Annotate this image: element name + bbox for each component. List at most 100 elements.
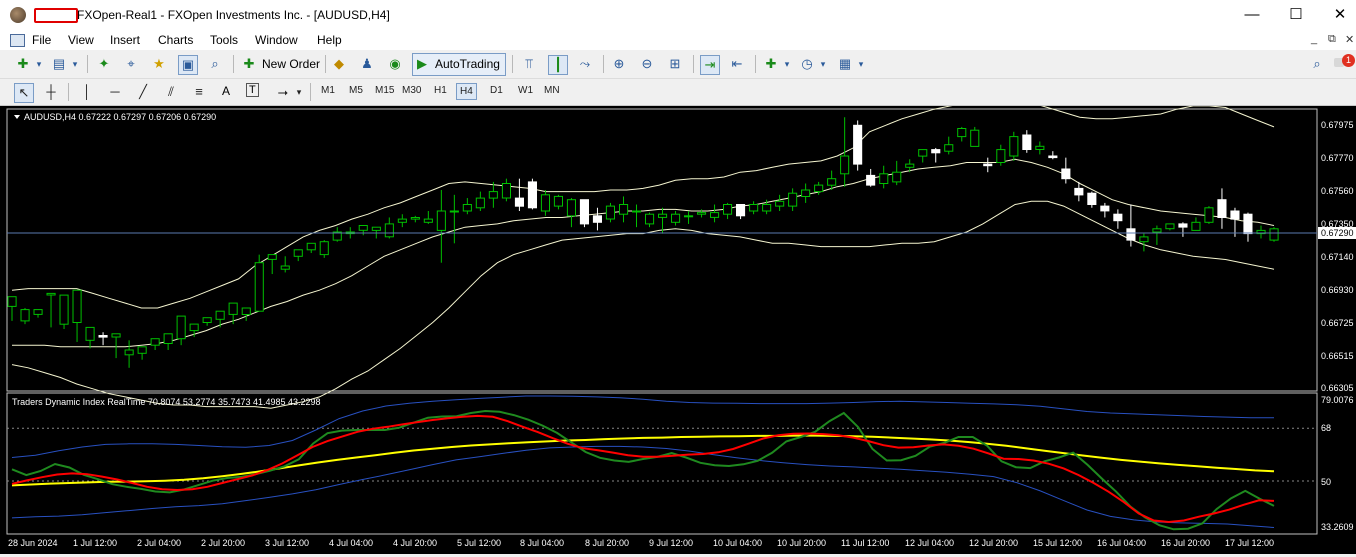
time-tick: 12 Jul 20:00 <box>969 538 1018 548</box>
tf-m30[interactable]: M30 <box>402 85 421 96</box>
text-tool-icon[interactable]: A <box>222 84 230 98</box>
minimize-button[interactable]: — <box>1232 4 1272 26</box>
menu-file[interactable]: File <box>32 33 51 47</box>
bear-candle <box>1022 134 1032 150</box>
menu-tools[interactable]: Tools <box>210 33 238 47</box>
cursor-icon[interactable]: ↖ <box>14 83 34 103</box>
tf-h1[interactable]: H1 <box>434 85 447 96</box>
horizontal-line-icon[interactable]: ─ <box>106 83 124 101</box>
signals-icon[interactable]: ♟ <box>358 55 376 73</box>
search-icon[interactable]: ⌕ <box>1308 55 1326 73</box>
zoom-out-icon[interactable]: ⊖ <box>638 55 656 73</box>
fibonacci-icon[interactable]: ≡ <box>190 83 208 101</box>
auto-scroll-icon[interactable]: ⇥ <box>700 55 720 75</box>
arrows-dropdown-icon[interactable]: ▾ <box>290 83 308 101</box>
main-plot-frame <box>6 108 1318 392</box>
bull-candle <box>1035 145 1045 150</box>
trendline-icon[interactable]: ╱ <box>134 83 152 101</box>
profiles-dropdown-icon[interactable]: ▾ <box>66 55 84 73</box>
tf-mn[interactable]: MN <box>544 85 560 96</box>
chart-window[interactable]: AUDUSD,H4 0.67222 0.67297 0.67206 0.6729… <box>0 102 1356 554</box>
maximize-button[interactable]: ☐ <box>1276 4 1316 26</box>
tf-m15[interactable]: M15 <box>375 85 394 96</box>
child-restore-icon[interactable]: ⧉ <box>1328 33 1336 46</box>
equidistant-channel-icon[interactable]: ⫽ <box>162 83 180 101</box>
price-tick: 0.66305 <box>1321 383 1354 393</box>
price-chart-svg[interactable]: AUDUSD,H4 0.67222 0.67297 0.67206 0.6729… <box>0 102 1356 554</box>
app-logo-icon <box>10 7 26 23</box>
terminal-icon[interactable]: ▣ <box>178 55 198 75</box>
bull-candle <box>1191 221 1201 231</box>
crosshair-icon[interactable]: ┼ <box>42 83 60 101</box>
bollinger-middle-line <box>12 158 1275 348</box>
bull-candle <box>1139 236 1149 243</box>
metaeditor-icon[interactable]: ◆ <box>330 55 348 73</box>
bar-chart-icon[interactable]: ⫪ <box>520 55 538 73</box>
bull-candle <box>1165 223 1175 230</box>
new-order-button[interactable]: New Order <box>262 57 320 71</box>
notification-badge[interactable]: 1 <box>1342 54 1355 67</box>
bull-candle <box>397 218 407 223</box>
bear-candle <box>983 163 993 167</box>
indicators-dropdown-icon[interactable]: ▾ <box>778 55 796 73</box>
time-tick: 3 Jul 12:00 <box>265 538 309 548</box>
new-chart-dropdown-icon[interactable]: ▾ <box>30 55 48 73</box>
periods-dropdown-icon[interactable]: ▾ <box>814 55 832 73</box>
bull-candle <box>697 212 707 215</box>
vertical-line-icon[interactable]: │ <box>78 83 96 101</box>
menu-insert[interactable]: Insert <box>110 33 140 47</box>
zoom-in-icon[interactable]: ⊕ <box>610 55 628 73</box>
tdi-tick: 33.2609 <box>1321 522 1354 532</box>
chart-shift-icon[interactable]: ⇤ <box>728 55 746 73</box>
bull-candle <box>996 149 1006 163</box>
bull-candle <box>1269 228 1279 241</box>
bull-candle <box>358 225 368 231</box>
tf-w1[interactable]: W1 <box>518 85 533 96</box>
indicator-header: Traders Dynamic Index RealTime 70.8074 5… <box>12 397 321 407</box>
tile-windows-icon[interactable]: ⊞ <box>666 55 684 73</box>
child-minimize-icon[interactable]: _ <box>1311 33 1317 45</box>
text-label-tool-icon[interactable]: T <box>246 83 259 97</box>
chart-window-icon[interactable] <box>10 34 25 47</box>
bull-candle <box>72 289 82 323</box>
bull-candle <box>944 144 954 152</box>
bear-candle <box>853 124 863 165</box>
time-tick: 9 Jul 12:00 <box>649 538 693 548</box>
line-chart-icon[interactable]: ⤳ <box>576 55 594 73</box>
redacted-account-box <box>34 8 78 23</box>
close-button[interactable]: ✕ <box>1320 4 1356 26</box>
menu-window[interactable]: Window <box>255 33 298 47</box>
bull-candle <box>59 294 69 325</box>
tf-h4[interactable]: H4 <box>456 83 477 100</box>
tdi-rsi-price-line <box>11 409 1275 531</box>
bear-candle <box>592 215 603 223</box>
new-order-icon[interactable]: ✚ <box>240 55 258 73</box>
time-tick: 10 Jul 04:00 <box>713 538 762 548</box>
tf-m5[interactable]: M5 <box>349 85 363 96</box>
bull-candle <box>645 213 655 225</box>
market-watch-icon[interactable]: ✦ <box>95 55 113 73</box>
price-tick: 0.67975 <box>1321 120 1354 130</box>
tf-m1[interactable]: M1 <box>321 85 335 96</box>
data-window-icon[interactable]: ⌖ <box>122 55 140 73</box>
bull-candle <box>85 326 95 341</box>
templates-dropdown-icon[interactable]: ▾ <box>852 55 870 73</box>
child-close-icon[interactable]: ✕ <box>1345 33 1354 46</box>
bull-candle <box>1009 136 1019 157</box>
autotrading-button[interactable]: ▶ AutoTrading <box>412 53 506 76</box>
time-tick: 2 Jul 04:00 <box>137 538 181 548</box>
candlestick-icon[interactable]: ┃ <box>548 55 568 75</box>
price-tick: 0.67770 <box>1321 153 1354 163</box>
tf-d1[interactable]: D1 <box>490 85 503 96</box>
strategy-tester-icon[interactable]: ⌕ <box>206 55 224 73</box>
bull-candle <box>189 323 199 332</box>
menu-charts[interactable]: Charts <box>158 33 193 47</box>
bull-candle <box>501 183 511 199</box>
menu-view[interactable]: View <box>68 33 94 47</box>
bollinger-lower-line <box>11 200 1275 409</box>
time-tick: 4 Jul 20:00 <box>393 538 437 548</box>
menu-help[interactable]: Help <box>317 33 342 47</box>
bull-candle <box>892 171 902 183</box>
navigator-icon[interactable]: ★ <box>150 55 168 73</box>
vps-icon[interactable]: ◉ <box>386 55 404 73</box>
